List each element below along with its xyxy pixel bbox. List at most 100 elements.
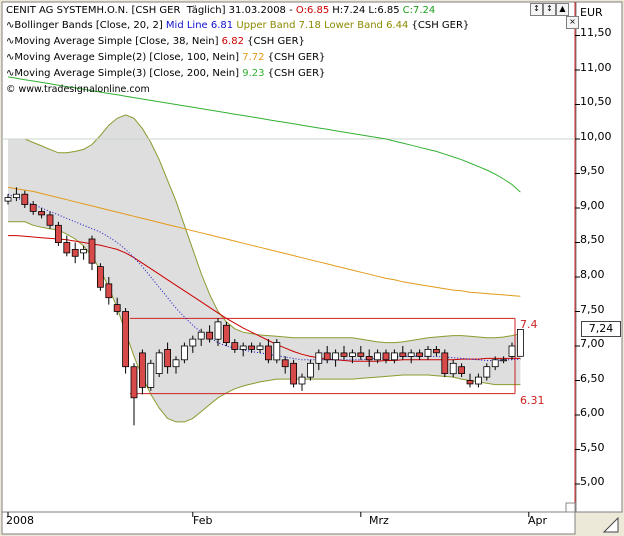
candle-body bbox=[46, 214, 54, 226]
chart-canvas[interactable] bbox=[0, 0, 624, 536]
y-tick-label: 9,00 bbox=[580, 199, 605, 212]
legend-ma200-suffix: {CSH GER} bbox=[264, 68, 326, 79]
window-button-2[interactable]: ↕ bbox=[543, 3, 556, 16]
header-open: O:6.85 bbox=[295, 5, 330, 16]
legend-bollinger-upper: Upper Band 7.18 bbox=[233, 20, 321, 31]
legend-ma38-label: ∿Moving Average Simple [Close, 38, Nein] bbox=[6, 36, 222, 47]
x-axis-area[interactable] bbox=[1, 511, 576, 535]
legend-ma200[interactable]: ∿Moving Average Simple(3) [Close, 200, N… bbox=[6, 68, 325, 80]
legend-ma100-label: ∿Moving Average Simple(2) [Close, 100, N… bbox=[6, 52, 243, 63]
y-tick-label: 8,50 bbox=[580, 233, 605, 246]
candle-body bbox=[332, 352, 340, 361]
legend-bollinger-lower: Lower Band 6.44 bbox=[320, 20, 409, 31]
candle-body bbox=[306, 362, 314, 378]
candle-body bbox=[189, 338, 197, 347]
candle-body bbox=[63, 242, 71, 254]
close-icon[interactable]: × bbox=[566, 16, 579, 29]
y-tick-label: 5,50 bbox=[580, 441, 605, 454]
watermark-text: © www.tradesignalonline.com bbox=[6, 84, 150, 95]
candle-body bbox=[21, 193, 29, 205]
candle-body bbox=[416, 352, 424, 357]
candle-body bbox=[164, 348, 172, 368]
chart-window: CENIT AG SYSTEMH.O.N. [CSH GER Täglich] … bbox=[0, 0, 624, 536]
candle-body bbox=[155, 352, 163, 374]
candle-body bbox=[222, 324, 230, 343]
candle-body bbox=[273, 342, 281, 361]
candle-body bbox=[500, 359, 508, 362]
candle-body bbox=[466, 380, 474, 385]
candle-body bbox=[441, 352, 449, 374]
y-tick-label: 6,00 bbox=[580, 406, 605, 419]
candle-body bbox=[357, 352, 365, 357]
candle-body bbox=[424, 348, 432, 357]
candle-body bbox=[239, 345, 247, 350]
candle-body bbox=[432, 348, 440, 354]
candle-body bbox=[55, 224, 62, 244]
last-price-tag: 7,24 bbox=[581, 321, 621, 337]
candle-body bbox=[105, 283, 113, 299]
candle-body bbox=[256, 345, 264, 350]
header-close: C:7.24 bbox=[402, 5, 436, 16]
candle-body bbox=[248, 345, 256, 350]
header-line: CENIT AG SYSTEMH.O.N. [CSH GER Täglich] … bbox=[6, 5, 435, 17]
candle-body bbox=[290, 362, 298, 385]
legend-bollinger[interactable]: ∿Bollinger Bands [Close, 20, 2] Mid Line… bbox=[6, 20, 469, 32]
legend-bollinger-label: ∿Bollinger Bands [Close, 20, 2] bbox=[6, 20, 166, 31]
y-tick-label: 11,50 bbox=[580, 26, 612, 39]
candle-body bbox=[4, 197, 12, 202]
candle-body bbox=[281, 359, 289, 368]
header-instrument: CENIT AG SYSTEMH.O.N. [CSH GER Täglich] … bbox=[6, 5, 296, 16]
candle-body bbox=[298, 376, 306, 385]
candle-body bbox=[483, 366, 491, 378]
y-axis-unit: EUR bbox=[580, 6, 603, 19]
y-tick-label: 6,50 bbox=[580, 372, 605, 385]
candle-body bbox=[491, 359, 499, 368]
candle-body bbox=[231, 342, 239, 350]
window-button-3[interactable]: ▲ bbox=[556, 3, 569, 16]
candle-body bbox=[206, 331, 214, 340]
candle-body bbox=[474, 376, 482, 385]
candle-body bbox=[407, 352, 415, 357]
candle-body bbox=[80, 248, 87, 254]
candle-body bbox=[214, 321, 222, 340]
candle-body bbox=[29, 204, 37, 212]
candle-body bbox=[390, 352, 398, 361]
candle-body bbox=[138, 352, 146, 388]
x-tick-label: 2008 bbox=[6, 514, 34, 527]
legend-ma38-value: 6.82 bbox=[221, 36, 244, 47]
candle-body bbox=[264, 345, 272, 361]
legend-ma100-suffix: {CSH GER} bbox=[264, 52, 326, 63]
resize-grip[interactable] bbox=[602, 516, 619, 533]
y-tick-label: 5,00 bbox=[580, 475, 605, 488]
candle-body bbox=[172, 359, 180, 368]
header-high: H:7.24 bbox=[332, 5, 366, 16]
legend-ma100-value: 7.72 bbox=[242, 52, 265, 63]
candle-body bbox=[508, 345, 516, 357]
y-tick-label: 8,00 bbox=[580, 268, 605, 281]
y-tick-label: 10,00 bbox=[580, 130, 612, 143]
y-axis-area[interactable] bbox=[575, 1, 623, 513]
candle-body bbox=[340, 352, 348, 357]
candle-body bbox=[382, 352, 390, 361]
candle-body bbox=[88, 238, 96, 264]
candle-body bbox=[197, 331, 205, 340]
legend-ma100[interactable]: ∿Moving Average Simple(2) [Close, 100, N… bbox=[6, 52, 325, 64]
header-low: L:6.85 bbox=[368, 5, 400, 16]
x-tick-label: Mrz bbox=[369, 514, 389, 527]
candle-body bbox=[147, 362, 155, 388]
y-tick-label: 9,50 bbox=[580, 164, 605, 177]
y-tick-label: 7,50 bbox=[580, 303, 605, 316]
corner-box[interactable] bbox=[565, 502, 576, 513]
candle-body bbox=[449, 362, 457, 375]
candle-body bbox=[315, 352, 323, 364]
candle-body bbox=[38, 211, 45, 216]
legend-ma38[interactable]: ∿Moving Average Simple [Close, 38, Nein]… bbox=[6, 36, 305, 48]
legend-bollinger-suffix: {CSH GER} bbox=[408, 20, 470, 31]
legend-ma200-label: ∿Moving Average Simple(3) [Close, 200, N… bbox=[6, 68, 243, 79]
candle-body bbox=[12, 193, 20, 198]
legend-ma200-value: 9.23 bbox=[242, 68, 265, 79]
window-button-1[interactable]: ↕ bbox=[530, 3, 543, 16]
legend-bollinger-mid: Mid Line 6.81 bbox=[165, 20, 234, 31]
watermark-link[interactable]: © www.tradesignalonline.com bbox=[6, 84, 150, 96]
candle-body bbox=[71, 248, 79, 257]
